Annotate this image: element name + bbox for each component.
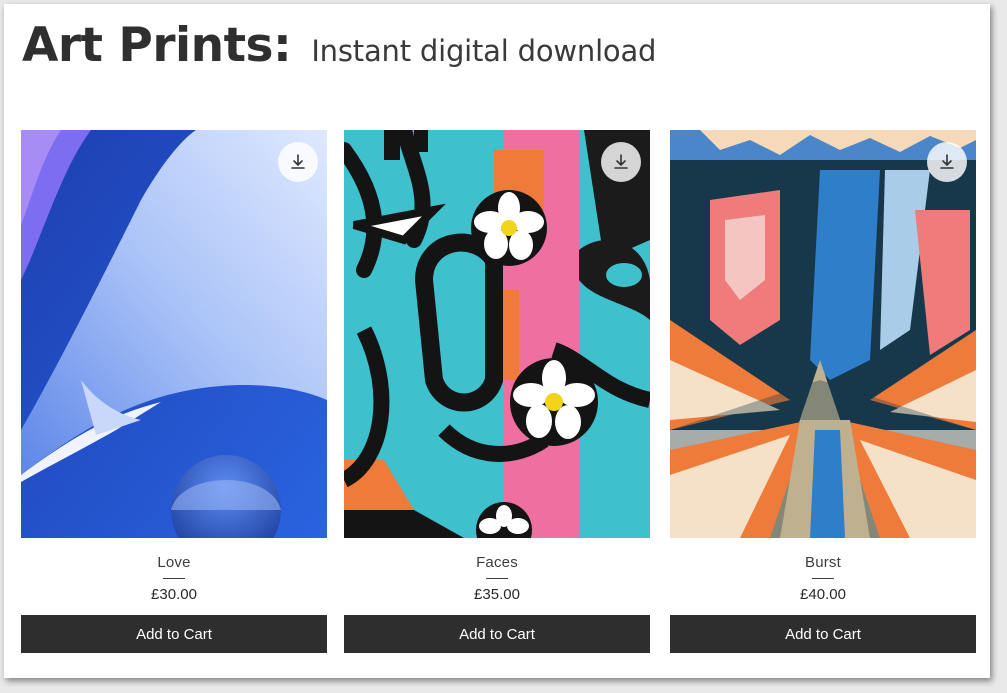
download-icon: [940, 154, 954, 169]
divider: [486, 578, 508, 579]
product-name[interactable]: Faces: [344, 554, 650, 571]
graffiti-faces-artwork: [344, 130, 650, 538]
add-to-cart-button[interactable]: Add to Cart: [344, 615, 650, 653]
abstract-blue-artwork: [21, 130, 327, 538]
divider: [163, 578, 185, 579]
product-image-burst[interactable]: [670, 130, 976, 538]
geometric-burst-artwork: [670, 130, 976, 538]
product-price: £30.00: [151, 586, 197, 603]
add-to-cart-button[interactable]: Add to Cart: [670, 615, 976, 653]
download-button[interactable]: [601, 142, 641, 182]
product-name[interactable]: Love: [21, 554, 327, 571]
page-header: Art Prints: Instant digital download: [22, 18, 656, 73]
page-title: Art Prints:: [22, 18, 292, 73]
download-button[interactable]: [278, 142, 318, 182]
product-price: £35.00: [474, 586, 520, 603]
product-card-burst[interactable]: Burst £40.00 Add to Cart: [670, 130, 976, 653]
add-to-cart-button[interactable]: Add to Cart: [21, 615, 327, 653]
divider: [812, 578, 834, 579]
download-button[interactable]: [927, 142, 967, 182]
product-card-faces[interactable]: Faces £35.00 Add to Cart: [344, 130, 650, 653]
product-gallery: Art Prints: Instant digital download Lov…: [4, 4, 990, 678]
product-name[interactable]: Burst: [670, 554, 976, 571]
product-price: £40.00: [800, 586, 846, 603]
product-card-love[interactable]: Love £30.00 Add to Cart: [21, 130, 327, 653]
page-subtitle: Instant digital download: [311, 34, 657, 68]
download-icon: [614, 154, 628, 169]
download-icon: [291, 154, 305, 169]
product-image-love[interactable]: [21, 130, 327, 538]
product-image-faces[interactable]: [344, 130, 650, 538]
